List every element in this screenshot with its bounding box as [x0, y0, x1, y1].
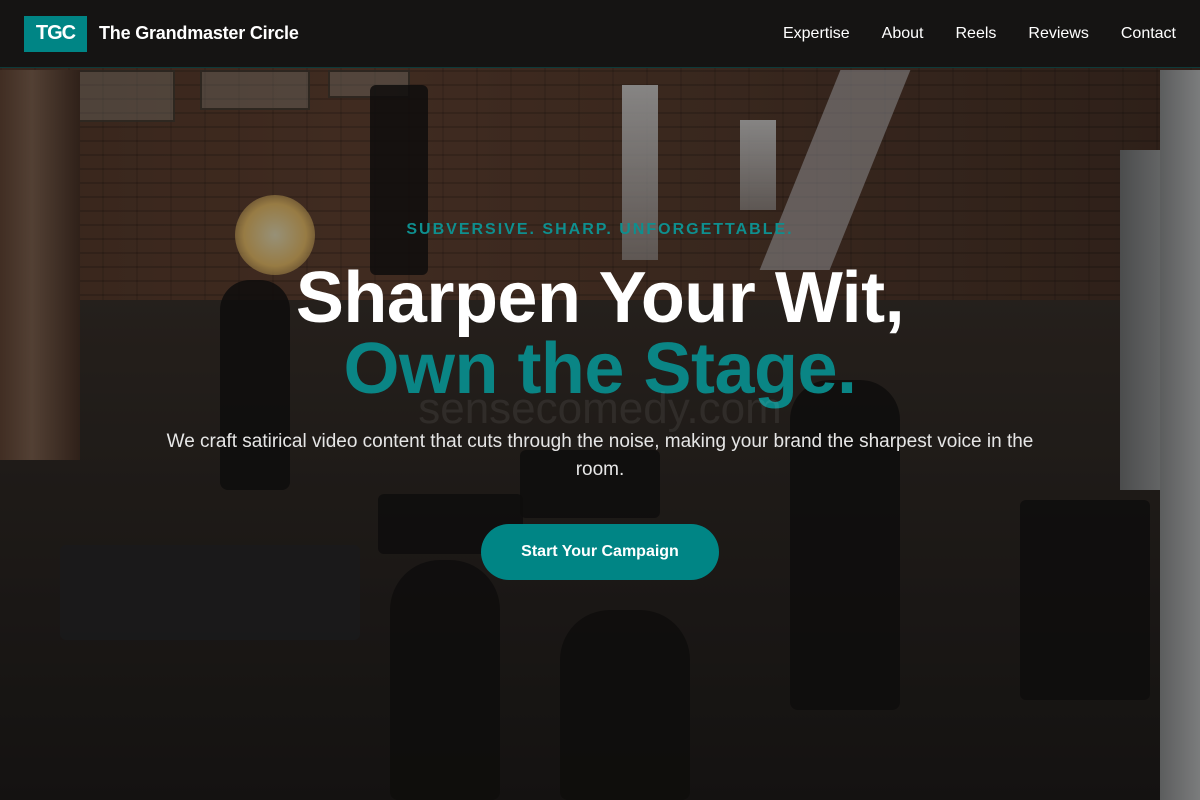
nav-link-reviews[interactable]: Reviews — [1028, 25, 1088, 43]
hero-tagline: SUBVERSIVE. SHARP. UNFORGETTABLE. — [406, 221, 794, 238]
top-navbar: TGC The Grandmaster Circle Expertise Abo… — [0, 0, 1200, 68]
hero-subtitle: We craft satirical video content that cu… — [166, 431, 1034, 480]
nav-links: Expertise About Reels Reviews Contact — [783, 25, 1176, 43]
nav-link-about[interactable]: About — [882, 25, 924, 43]
hero-section: SUBVERSIVE. SHARP. UNFORGETTABLE. Sharpe… — [0, 0, 1200, 800]
brand-name[interactable]: The Grandmaster Circle — [99, 23, 299, 44]
nav-link-reels[interactable]: Reels — [955, 25, 996, 43]
hero-headline-line1: Sharpen Your Wit, — [295, 258, 905, 338]
start-campaign-button[interactable]: Start Your Campaign — [481, 524, 719, 580]
nav-link-expertise[interactable]: Expertise — [783, 25, 850, 43]
brand[interactable]: TGC The Grandmaster Circle — [24, 15, 299, 52]
watermark: sensecomedy.com — [418, 384, 782, 433]
nav-link-contact[interactable]: Contact — [1121, 25, 1176, 43]
logo-badge[interactable]: TGC — [24, 15, 87, 52]
